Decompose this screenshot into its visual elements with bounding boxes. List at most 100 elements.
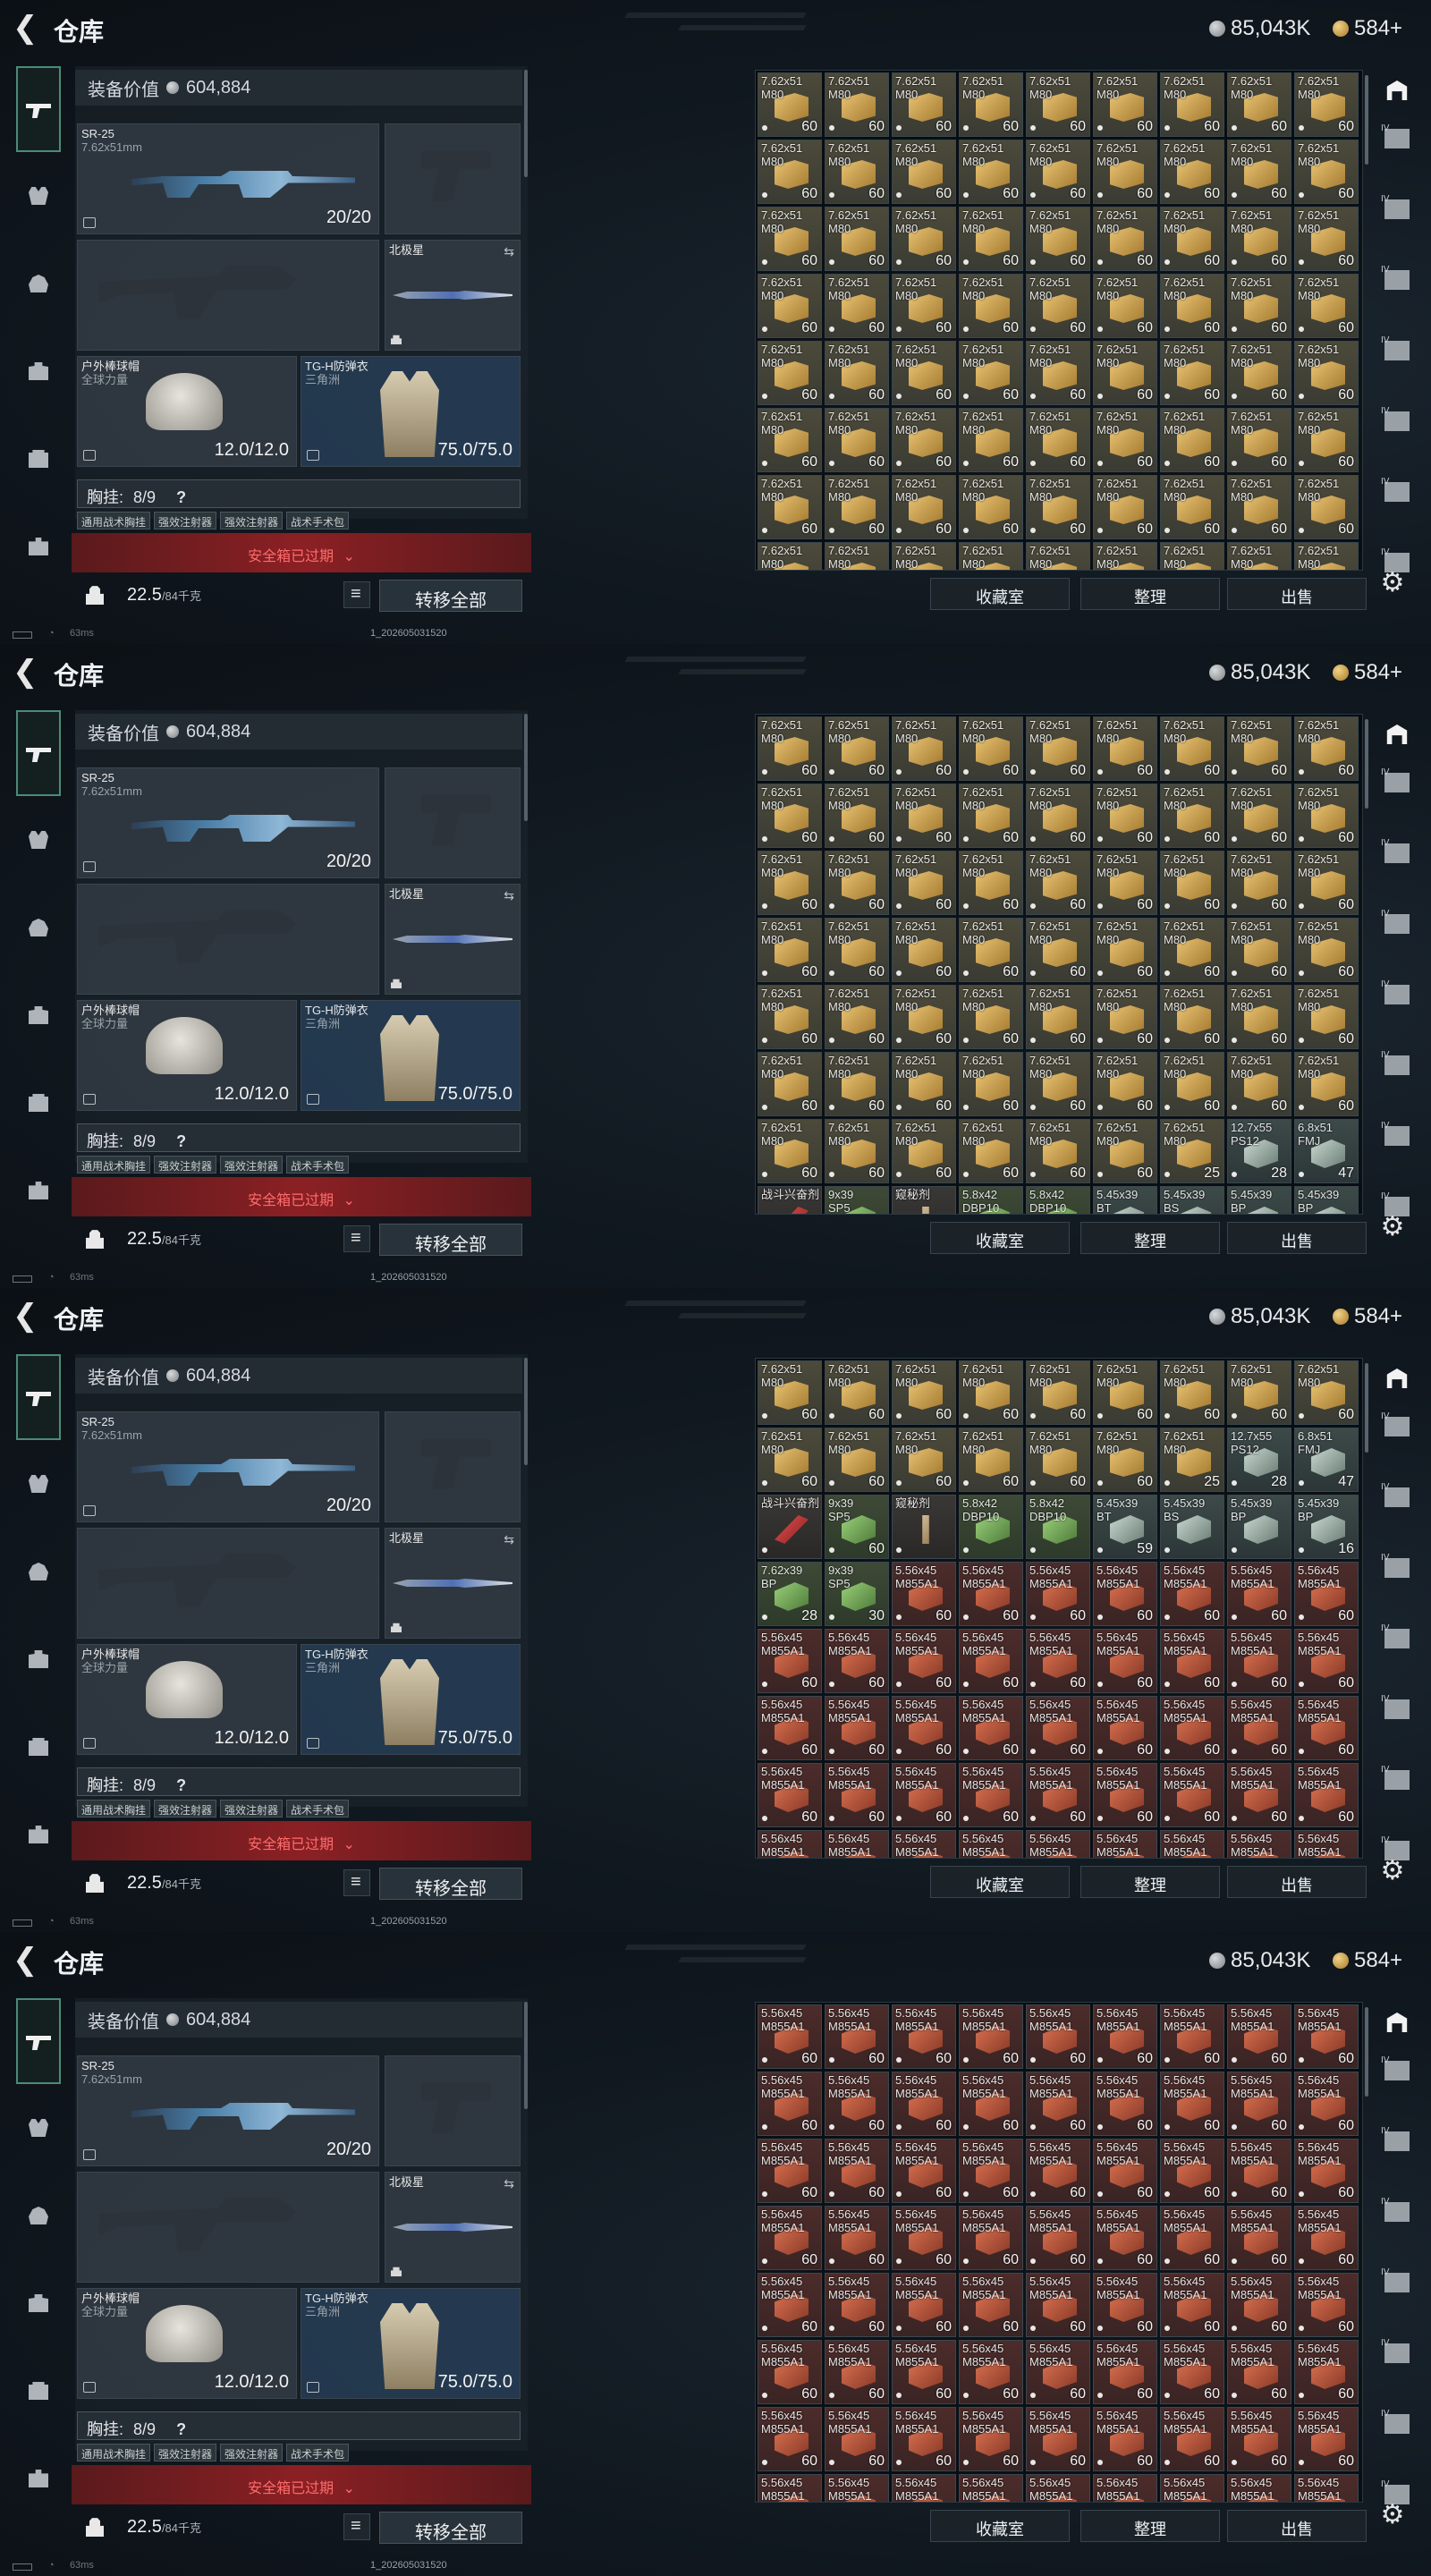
inventory-cell[interactable]: 5.56x45 M855A160 [892, 1562, 956, 1626]
inventory-cell[interactable]: 7.62x51 M8060 [1160, 341, 1224, 405]
inventory-cell[interactable]: 7.62x51 M8060 [1227, 784, 1291, 848]
inventory-cell[interactable]: 7.62x51 M8060 [1026, 1428, 1090, 1492]
inventory-cell[interactable]: 7.62x51 M8060 [1093, 1052, 1157, 1116]
inventory-cell[interactable]: 7.62x51 M8060 [1160, 140, 1224, 204]
inventory-cell[interactable]: 9x39 SP5 30 [825, 1562, 889, 1626]
inventory-cell[interactable]: 7.62x51 M8060 [1093, 207, 1157, 271]
inventory-cell[interactable]: 5.56x45 M855A160 [1227, 2072, 1291, 2136]
inventory-cell[interactable]: 7.62x51 M8060 [1227, 716, 1291, 781]
sell-button[interactable]: 出售 [1227, 1222, 1367, 1254]
inventory-cell[interactable]: 5.56x45 M855A160 [758, 2004, 822, 2069]
inventory-cell[interactable]: 7.62x51 M8060 [758, 1119, 822, 1183]
silver-currency[interactable]: 85,043K [1209, 1948, 1310, 1973]
inventory-cell[interactable]: 5.56x45 M855A160 [758, 2340, 822, 2404]
inventory-cell[interactable]: 5.45x39 BP [1227, 1495, 1291, 1559]
inventory-cell[interactable]: 7.62x39 BP 28 [758, 1562, 822, 1626]
inventory-cell[interactable]: 7.62x51 M8060 [959, 985, 1023, 1049]
inventory-cell[interactable]: 5.56x45 M855A160 [1294, 2206, 1359, 2270]
inventory-cell[interactable]: 7.62x51 M8060 [959, 716, 1023, 781]
armor-slot[interactable]: TG-H防弹衣 三角洲 75.0/75.0 [301, 1000, 521, 1111]
loadout-scrollbar[interactable] [524, 2002, 528, 2109]
inventory-cell[interactable]: 5.56x45 M855A160 [1227, 1629, 1291, 1693]
primary-weapon-slot[interactable]: SR-25 7.62x51mm 20/20 [77, 767, 379, 878]
inventory-cell[interactable]: 7.62x51 M8060 [758, 1428, 822, 1492]
inventory-cell[interactable]: 7.62x51 M8060 [1227, 918, 1291, 982]
warehouse-scrollbar[interactable] [1365, 2007, 1368, 2097]
inventory-cell[interactable]: 7.62x51 M8060 [1026, 542, 1090, 570]
gold-currency[interactable]: 584+ [1333, 1304, 1402, 1329]
inventory-cell[interactable]: 7.62x51 M8060 [1160, 851, 1224, 915]
inventory-cell[interactable]: 7.62x51 M8060 [1294, 784, 1359, 848]
list-view-button[interactable] [343, 1225, 370, 1252]
inventory-cell[interactable]: 5.56x45 M855A160 [892, 2474, 956, 2502]
nav-case[interactable] [16, 524, 61, 569]
inventory-cell[interactable]: 7.62x51 M8060 [959, 1428, 1023, 1492]
warehouse-tab-icon[interactable] [1377, 714, 1417, 755]
gear-icon[interactable]: ⚙ [1377, 2499, 1408, 2529]
inventory-cell[interactable]: 7.62x51 M8060 [1026, 408, 1090, 472]
inventory-cell[interactable]: 5.56x45 M855A160 [892, 1629, 956, 1693]
inventory-cell[interactable]: 9x39 SP5 [825, 1186, 889, 1214]
inventory-cell[interactable]: 7.62x51 M8060 [1227, 1360, 1291, 1425]
inventory-cell[interactable]: 7.62x51 M8060 [892, 408, 956, 472]
gold-currency[interactable]: 584+ [1333, 660, 1402, 685]
storage-tab-6[interactable]: IV [1377, 1759, 1417, 1801]
inventory-cell[interactable]: 7.62x51 M8060 [892, 918, 956, 982]
inventory-cell[interactable]: 7.62x51 M8060 [959, 408, 1023, 472]
inventory-cell[interactable]: 7.62x51 M8060 [1227, 341, 1291, 405]
inventory-cell[interactable]: 7.62x51 M8060 [1093, 140, 1157, 204]
inventory-cell[interactable]: 7.62x51 M8060 [892, 475, 956, 539]
inventory-cell[interactable]: 7.62x51 M8060 [959, 784, 1023, 848]
nav-backpack[interactable] [16, 349, 61, 394]
melee-slot[interactable]: 北极星 ⇆ [385, 2172, 521, 2283]
inventory-cell[interactable]: 5.56x45 M855A160 [1026, 1830, 1090, 1858]
inventory-cell[interactable]: 7.62x51 M8060 [892, 716, 956, 781]
inventory-cell[interactable]: 5.56x45 M855A160 [1026, 2474, 1090, 2502]
inventory-cell[interactable]: 5.56x45 M855A160 [825, 2273, 889, 2337]
inventory-cell[interactable]: 7.62x51 M8060 [1227, 274, 1291, 338]
silver-currency[interactable]: 85,043K [1209, 16, 1310, 41]
inventory-cell[interactable]: 7.62x51 M8060 [1093, 1360, 1157, 1425]
nav-helmet[interactable] [16, 2193, 61, 2238]
inventory-cell[interactable]: 7.62x51 M8060 [1026, 1119, 1090, 1183]
armor-slot[interactable]: TG-H防弹衣 三角洲 75.0/75.0 [301, 2288, 521, 2399]
inventory-cell[interactable]: 5.56x45 M855A160 [959, 2340, 1023, 2404]
inventory-cell[interactable]: 7.62x51 M8060 [825, 1119, 889, 1183]
list-view-button[interactable] [343, 581, 370, 608]
warehouse-scrollbar[interactable] [1365, 1363, 1368, 1453]
inventory-cell[interactable]: 5.56x45 M855A160 [1294, 1562, 1359, 1626]
inventory-cell[interactable]: 5.56x45 M855A160 [1093, 2407, 1157, 2471]
inventory-cell[interactable]: 5.56x45 M855A160 [1093, 2004, 1157, 2069]
inventory-cell[interactable]: 7.62x51 M8060 [892, 140, 956, 204]
safe-box-expired-banner[interactable]: 安全箱已过期 ⌄ [72, 1177, 531, 1216]
inventory-cell[interactable]: 5.56x45 M855A160 [959, 2474, 1023, 2502]
inventory-cell[interactable]: 5.56x45 M855A160 [1093, 1696, 1157, 1760]
inventory-cell[interactable]: 5.8x42 DBP10 [1026, 1186, 1090, 1214]
inventory-cell[interactable]: 7.62x51 M8060 [758, 985, 822, 1049]
inventory-cell[interactable]: 7.62x51 M8060 [959, 72, 1023, 137]
warehouse-scrollbar[interactable] [1365, 719, 1368, 809]
inventory-cell[interactable]: 5.56x45 M855A160 [1160, 2004, 1224, 2069]
inventory-cell[interactable]: 7.62x51 M8060 [1160, 274, 1224, 338]
gold-currency[interactable]: 584+ [1333, 1948, 1402, 1973]
storage-tab-2[interactable]: IV [1377, 2121, 1417, 2162]
nav-backpack[interactable] [16, 993, 61, 1038]
inventory-cell[interactable]: 7.62x51 M8060 [1294, 140, 1359, 204]
inventory-cell[interactable]: 5.56x45 M855A160 [825, 2474, 889, 2502]
rig-item[interactable]: 强效注射器 [220, 512, 284, 530]
storage-tab-1[interactable]: IV [1377, 2050, 1417, 2091]
inventory-cell[interactable]: 7.62x51 M8060 [1093, 985, 1157, 1049]
inventory-cell[interactable]: 7.62x51 M8060 [1026, 140, 1090, 204]
helmet-slot[interactable]: 户外棒球帽 全球力量 12.0/12.0 [77, 356, 297, 467]
inventory-cell[interactable]: 7.62x51 M8060 [1093, 1119, 1157, 1183]
nav-helmet[interactable] [16, 905, 61, 950]
secondary-weapon-slot[interactable] [77, 2172, 379, 2283]
nav-case[interactable] [16, 1812, 61, 1857]
inventory-cell[interactable]: 5.56x45 M855A160 [1026, 2004, 1090, 2069]
inventory-cell[interactable]: 7.62x51 M8060 [1026, 784, 1090, 848]
help-icon[interactable]: ? [176, 488, 186, 506]
inventory-cell[interactable]: 5.56x45 M855A160 [1294, 1763, 1359, 1827]
swap-icon[interactable]: ⇆ [504, 888, 514, 903]
rig-item[interactable]: 强效注射器 [154, 1156, 217, 1174]
inventory-cell[interactable]: 7.62x51 M8060 [1093, 716, 1157, 781]
